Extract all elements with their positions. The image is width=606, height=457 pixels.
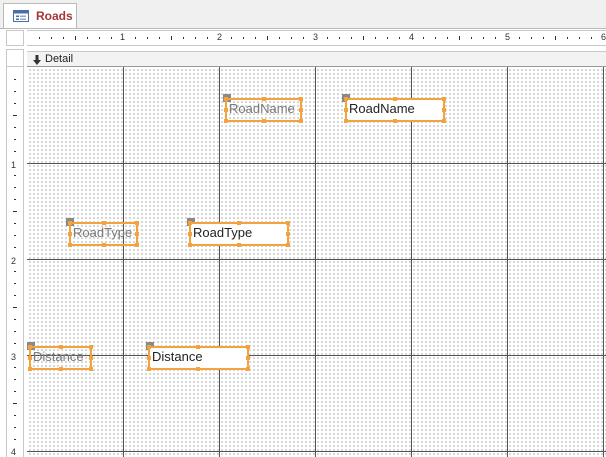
roadname-textbox-text: RoadName [349, 101, 415, 116]
document-tab-strip: Roads [0, 0, 606, 29]
grid-line [219, 67, 220, 457]
distance-label[interactable]: Distance [28, 345, 93, 371]
horizontal-ruler[interactable]: 1 2 3 4 5 6 [27, 30, 606, 46]
grid-line [123, 67, 124, 457]
section-arrow-icon [33, 55, 41, 65]
grid-line [27, 451, 606, 452]
section-header-detail[interactable]: Detail [27, 51, 606, 67]
roadname-textbox[interactable]: RoadName [344, 97, 446, 123]
ruler-tick-label: 4 [11, 447, 17, 457]
grid-line [507, 67, 508, 457]
form-icon [13, 10, 29, 22]
detail-section-grid[interactable] [27, 67, 606, 457]
distance-textbox[interactable]: Distance [147, 345, 250, 371]
roadtype-label-text: RoadType [73, 225, 133, 240]
distance-label-text: Distance [33, 349, 84, 364]
roadtype-textbox[interactable]: RoadType [188, 221, 290, 247]
ruler-tick-label: 6 [601, 32, 606, 42]
ruler-tick-label: 2 [217, 32, 223, 42]
roadtype-label[interactable]: RoadType [68, 221, 139, 247]
roadname-label-text: RoadName [229, 101, 295, 116]
tab-roads[interactable]: Roads [3, 3, 77, 28]
grid-line [603, 67, 604, 457]
grid-line [411, 67, 412, 457]
grid-line [27, 355, 606, 356]
distance-textbox-text: Distance [152, 349, 203, 364]
form-design-window: Roads 1 2 3 4 5 6 Detail 1 2 3 4 RoadNam… [0, 0, 606, 457]
ruler-tick-label: 4 [409, 32, 415, 42]
ruler-tick-label: 5 [505, 32, 511, 42]
roadtype-textbox-text: RoadType [193, 225, 253, 240]
ruler-tick-label: 3 [11, 352, 17, 362]
grid-line [27, 259, 606, 260]
section-title: Detail [45, 53, 74, 65]
roadname-label[interactable]: RoadName [224, 97, 303, 123]
tab-title: Roads [36, 9, 73, 23]
grid-line [315, 67, 316, 457]
ruler-tick-label: 1 [120, 32, 126, 42]
ruler-corner-selector[interactable] [6, 30, 24, 46]
section-selector[interactable] [6, 49, 24, 67]
grid-line [27, 163, 606, 164]
ruler-tick-label: 1 [11, 160, 17, 170]
ruler-tick-label: 3 [313, 32, 319, 42]
vertical-ruler[interactable]: 1 2 3 4 [6, 67, 24, 457]
ruler-tick-label: 2 [11, 256, 17, 266]
